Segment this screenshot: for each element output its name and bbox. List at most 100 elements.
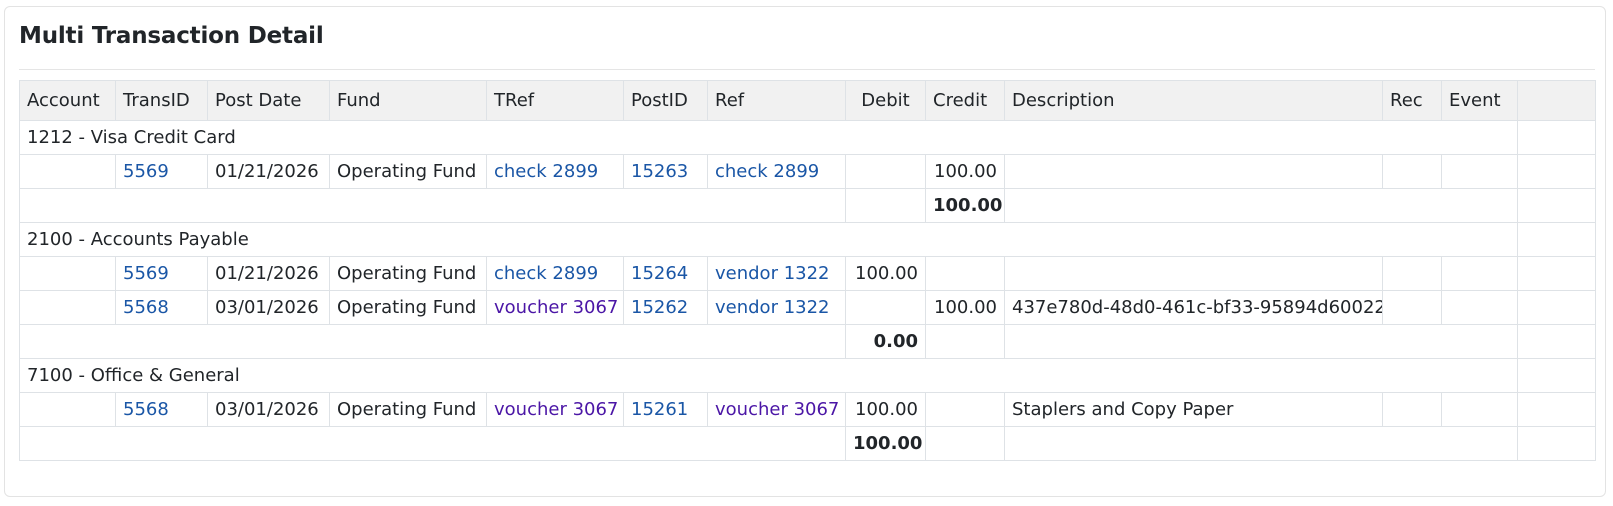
event-cell bbox=[1441, 256, 1518, 291]
postid-link[interactable]: 15264 bbox=[631, 263, 688, 284]
tref-link[interactable]: voucher 3067 bbox=[494, 399, 618, 420]
account-name: 1212 - Visa Credit Card bbox=[19, 120, 1518, 155]
tref-link[interactable]: voucher 3067 bbox=[494, 297, 618, 318]
multi-transaction-panel: Multi Transaction Detail Account TransID… bbox=[4, 6, 1606, 497]
rec-cell bbox=[1382, 154, 1442, 189]
debit-cell: 100.00 bbox=[845, 256, 926, 291]
ref-link[interactable]: vendor 1322 bbox=[715, 263, 830, 284]
account-cell bbox=[19, 290, 116, 325]
subtotal-debit bbox=[845, 188, 926, 223]
transaction-table: Account TransID Post Date Fund TRef Post… bbox=[19, 80, 1596, 461]
col-header-account[interactable]: Account bbox=[19, 80, 116, 121]
col-header-debit[interactable]: Debit bbox=[845, 80, 926, 121]
event-cell bbox=[1441, 154, 1518, 189]
account-cell bbox=[19, 256, 116, 291]
transid-link[interactable]: 5568 bbox=[123, 399, 169, 420]
ref-link[interactable]: vendor 1322 bbox=[715, 297, 830, 318]
fund-cell: Operating Fund bbox=[329, 290, 487, 325]
subtotal-label-cell bbox=[19, 188, 846, 223]
row-action-cell bbox=[1517, 392, 1596, 427]
debit-cell bbox=[845, 154, 926, 189]
table-row: 5568 03/01/2026 Operating Fund voucher 3… bbox=[19, 290, 1596, 325]
table-row: 5568 03/01/2026 Operating Fund voucher 3… bbox=[19, 392, 1596, 427]
transid-link[interactable]: 5569 bbox=[123, 263, 169, 284]
ref-link[interactable]: check 2899 bbox=[715, 161, 819, 182]
subtotal-filler bbox=[1004, 324, 1518, 359]
row-action-cell bbox=[1517, 154, 1596, 189]
col-header-rec[interactable]: Rec bbox=[1382, 80, 1442, 121]
description-cell: 437e780d-48d0-461c-bf33-95894d600220 bbox=[1004, 290, 1383, 325]
subtotal-row: 100.00 bbox=[19, 426, 1596, 461]
subtotal-filler bbox=[1004, 426, 1518, 461]
account-cell bbox=[19, 154, 116, 189]
account-name: 2100 - Accounts Payable bbox=[19, 222, 1518, 257]
col-header-fund[interactable]: Fund bbox=[329, 80, 487, 121]
rec-cell bbox=[1382, 256, 1442, 291]
description-cell bbox=[1004, 256, 1383, 291]
header-row: Account TransID Post Date Fund TRef Post… bbox=[19, 80, 1596, 121]
title-divider bbox=[19, 69, 1595, 70]
table-row: 5569 01/21/2026 Operating Fund check 289… bbox=[19, 154, 1596, 189]
fund-cell: Operating Fund bbox=[329, 256, 487, 291]
description-cell: Staplers and Copy Paper bbox=[1004, 392, 1383, 427]
rec-cell bbox=[1382, 392, 1442, 427]
row-action-cell bbox=[1517, 426, 1596, 461]
col-header-tref[interactable]: TRef bbox=[486, 80, 624, 121]
debit-cell: 100.00 bbox=[845, 392, 926, 427]
page-title: Multi Transaction Detail bbox=[19, 23, 324, 49]
post-date-cell: 01/21/2026 bbox=[207, 256, 330, 291]
transid-link[interactable]: 5568 bbox=[123, 297, 169, 318]
row-action-cell bbox=[1517, 120, 1596, 155]
account-group-row: 1212 - Visa Credit Card bbox=[19, 120, 1596, 155]
subtotal-debit: 0.00 bbox=[845, 324, 926, 359]
event-cell bbox=[1441, 392, 1518, 427]
row-action-cell bbox=[1517, 358, 1596, 393]
subtotal-label-cell bbox=[19, 426, 846, 461]
row-action-cell bbox=[1517, 324, 1596, 359]
col-header-post-date[interactable]: Post Date bbox=[207, 80, 330, 121]
post-date-cell: 03/01/2026 bbox=[207, 392, 330, 427]
postid-link[interactable]: 15261 bbox=[631, 399, 688, 420]
subtotal-label-cell bbox=[19, 324, 846, 359]
fund-cell: Operating Fund bbox=[329, 154, 487, 189]
credit-cell bbox=[925, 392, 1005, 427]
row-action-cell bbox=[1517, 188, 1596, 223]
description-cell bbox=[1004, 154, 1383, 189]
col-header-ref[interactable]: Ref bbox=[707, 80, 846, 121]
account-group-row: 2100 - Accounts Payable bbox=[19, 222, 1596, 257]
account-name: 7100 - Office & General bbox=[19, 358, 1518, 393]
row-action-cell bbox=[1517, 256, 1596, 291]
debit-cell bbox=[845, 290, 926, 325]
subtotal-row: 0.00 bbox=[19, 324, 1596, 359]
transid-link[interactable]: 5569 bbox=[123, 161, 169, 182]
subtotal-credit bbox=[925, 324, 1005, 359]
account-cell bbox=[19, 392, 116, 427]
tref-link[interactable]: check 2899 bbox=[494, 161, 598, 182]
subtotal-credit: 100.00 bbox=[925, 188, 1005, 223]
table-row: 5569 01/21/2026 Operating Fund check 289… bbox=[19, 256, 1596, 291]
subtotal-credit bbox=[925, 426, 1005, 461]
rec-cell bbox=[1382, 290, 1442, 325]
col-header-description[interactable]: Description bbox=[1004, 80, 1383, 121]
fund-cell: Operating Fund bbox=[329, 392, 487, 427]
ref-link[interactable]: voucher 3067 bbox=[715, 399, 839, 420]
tref-link[interactable]: check 2899 bbox=[494, 263, 598, 284]
post-date-cell: 01/21/2026 bbox=[207, 154, 330, 189]
subtotal-row: 100.00 bbox=[19, 188, 1596, 223]
event-cell bbox=[1441, 290, 1518, 325]
col-header-actions bbox=[1517, 80, 1596, 121]
credit-cell: 100.00 bbox=[925, 290, 1005, 325]
col-header-event[interactable]: Event bbox=[1441, 80, 1518, 121]
col-header-postid[interactable]: PostID bbox=[623, 80, 708, 121]
credit-cell bbox=[925, 256, 1005, 291]
post-date-cell: 03/01/2026 bbox=[207, 290, 330, 325]
col-header-credit[interactable]: Credit bbox=[925, 80, 1005, 121]
postid-link[interactable]: 15262 bbox=[631, 297, 688, 318]
subtotal-filler bbox=[1004, 188, 1518, 223]
row-action-cell bbox=[1517, 222, 1596, 257]
col-header-transid[interactable]: TransID bbox=[115, 80, 208, 121]
account-group-row: 7100 - Office & General bbox=[19, 358, 1596, 393]
postid-link[interactable]: 15263 bbox=[631, 161, 688, 182]
subtotal-debit: 100.00 bbox=[845, 426, 926, 461]
credit-cell: 100.00 bbox=[925, 154, 1005, 189]
